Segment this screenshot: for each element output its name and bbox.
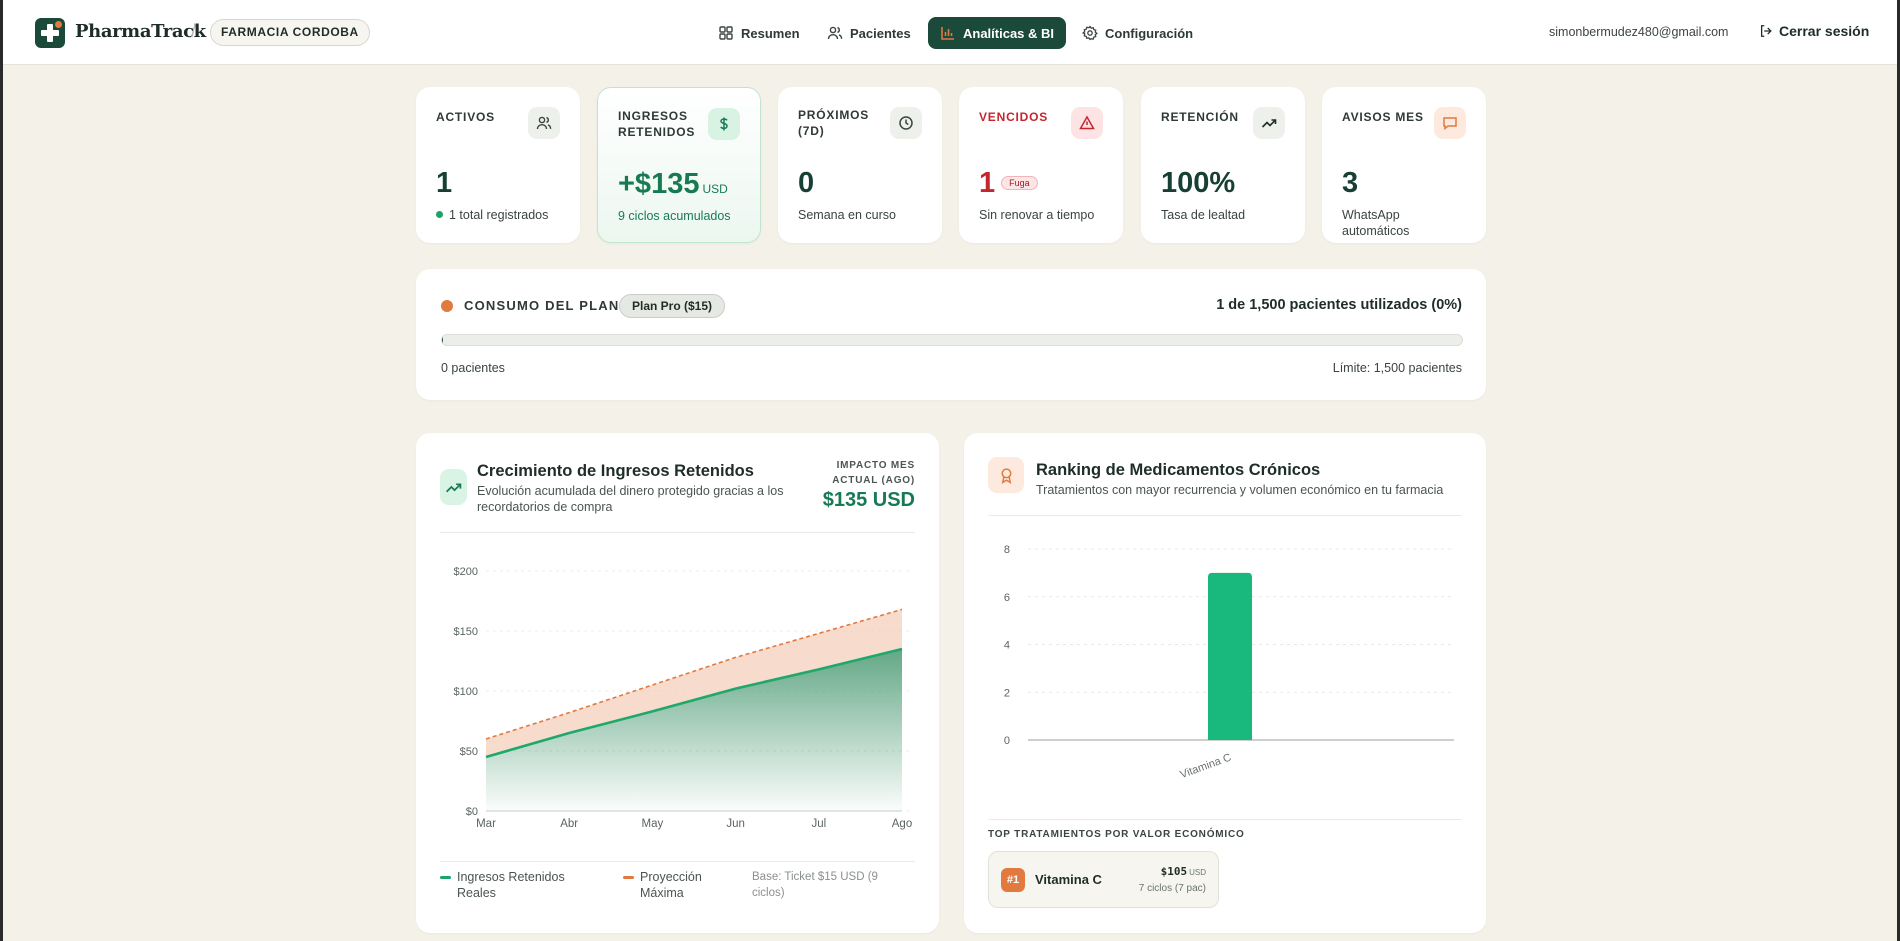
x-tick-label: Jul <box>811 818 826 830</box>
plan-limit-label: Límite: 1,500 pacientes <box>1332 361 1462 375</box>
breadcrumb-separator: / <box>191 21 197 41</box>
stat-sub: 1 total registrados <box>436 207 548 223</box>
nav-configuracion-label: Configuración <box>1105 25 1194 41</box>
plan-title: CONSUMO DEL PLAN <box>464 298 620 313</box>
treatment-name: Vitamina C <box>1035 872 1102 887</box>
logout-label: Cerrar sesión <box>1779 23 1870 39</box>
plan-progress-bar <box>441 334 1463 346</box>
nav-configuracion[interactable]: Configuración <box>1070 17 1205 49</box>
logout-button[interactable]: Cerrar sesión <box>1759 23 1869 39</box>
fuga-badge: Fuga <box>1001 176 1038 190</box>
treatment-cycles: 7 ciclos (7 pac) <box>1138 883 1206 894</box>
plan-min-label: 0 pacientes <box>441 361 505 375</box>
stat-card-retencion: RETENCIÓN 100% Tasa de lealtad <box>1141 87 1305 243</box>
stat-card-avisos: AVISOS MES 3 WhatsApp automáticos <box>1322 87 1486 243</box>
stat-label: ACTIVOS <box>436 110 495 124</box>
x-tick-label: May <box>642 818 664 830</box>
stat-label: VENCIDOS <box>979 110 1049 124</box>
users-icon <box>528 107 560 139</box>
top-header: PharmaTrack / FARMACIA CORDOBA Resumen P… <box>3 0 1897 65</box>
legend-real: Ingresos Retenidos Reales <box>440 869 590 901</box>
stat-card-ingresos: INGRESOS RETENIDOS +$135 USD 9 ciclos acu… <box>597 87 761 243</box>
stat-label: INGRESOS RETENIDOS <box>618 109 696 139</box>
rank-badge: #1 <box>1001 868 1025 892</box>
nav-analiticas-label: Analíticas & BI <box>963 25 1055 41</box>
legend-base-note: Base: Ticket $15 USD (9 ciclos) <box>752 871 878 899</box>
x-tick-label: Vitamina C <box>1179 752 1234 782</box>
x-tick-label: Ago <box>892 818 912 830</box>
stat-card-proximos: PRÓXIMOS (7D) 0 Semana en curso <box>778 87 942 243</box>
y-tick-label: $200 <box>454 566 478 578</box>
nav-resumen[interactable]: Resumen <box>706 17 812 49</box>
y-tick-label: $50 <box>460 746 478 758</box>
trending-up-icon <box>1253 107 1285 139</box>
brand-name[interactable]: PharmaTrack <box>75 21 206 42</box>
stat-card-activos: ACTIVOS 1 1 total registrados <box>416 87 580 243</box>
stat-value: 1 <box>436 167 453 199</box>
stat-value: 3 <box>1342 167 1359 199</box>
window-edge-left <box>0 0 3 941</box>
status-dot <box>436 211 443 218</box>
top-treatment-item[interactable]: #1 Vitamina C $105 USD 7 ciclos (7 pac) <box>988 851 1219 908</box>
y-tick-label: 2 <box>1004 687 1010 699</box>
divider <box>988 819 1462 820</box>
top-treatments-label: TOP TRATAMIENTOS POR VALOR ECONÓMICO <box>988 829 1245 840</box>
plan-progress-fill <box>442 335 443 345</box>
y-tick-label: 8 <box>1004 544 1010 556</box>
dollar-icon <box>708 108 740 140</box>
users-icon <box>827 26 843 40</box>
x-tick-label: Jun <box>726 818 745 830</box>
user-email: simonbermudez480@gmail.com <box>1549 25 1729 39</box>
y-tick-label: $100 <box>454 686 478 698</box>
growth-chart-card: Crecimiento de Ingresos Retenidos Evoluc… <box>416 433 939 933</box>
nav-resumen-label: Resumen <box>741 25 800 41</box>
plan-usage-card: CONSUMO DEL PLAN Plan Pro ($15) 1 de 1,5… <box>416 269 1486 400</box>
stat-sub: WhatsApp automáticos <box>1342 208 1410 238</box>
bar <box>1208 572 1252 740</box>
stat-sub: Semana en curso <box>798 208 896 222</box>
plan-status-dot <box>441 300 453 312</box>
y-tick-label: $150 <box>454 626 478 638</box>
stat-label: AVISOS MES <box>1342 110 1424 124</box>
gear-icon <box>1082 25 1098 41</box>
growth-area-chart: $0 $50 $100 $150 $200 Mar Abr May Jun Jul Ago <box>454 566 913 830</box>
stat-value: 1 Fuga <box>979 167 1038 200</box>
nav-analiticas[interactable]: Analíticas & BI <box>928 17 1067 49</box>
stat-value: +$135 USD <box>618 168 728 200</box>
stat-sub: 9 ciclos acumulados <box>618 209 731 223</box>
logo-icon[interactable] <box>35 18 65 48</box>
alert-triangle-icon <box>1071 107 1103 139</box>
treatment-amount: $105 USD <box>1160 865 1206 878</box>
plan-chip: Plan Pro ($15) <box>619 294 726 318</box>
stat-label: RETENCIÓN <box>1161 110 1239 124</box>
nav-pacientes[interactable]: Pacientes <box>815 17 923 49</box>
bar-chart-icon <box>941 27 954 40</box>
divider <box>440 861 915 862</box>
stat-label: PRÓXIMOS (7D) <box>798 108 870 138</box>
legend-projection: Proyección Máxima <box>623 869 733 901</box>
y-tick-label: 0 <box>1004 735 1010 747</box>
message-icon <box>1434 107 1466 139</box>
stat-value: 100% <box>1161 167 1236 199</box>
y-tick-label: $0 <box>466 806 478 818</box>
logout-icon <box>1760 25 1772 37</box>
x-tick-label: Abr <box>560 818 578 830</box>
y-tick-label: 4 <box>1004 640 1010 652</box>
plan-usage-text: 1 de 1,500 pacientes utilizados (0%) <box>1216 297 1462 313</box>
stat-card-vencidos: VENCIDOS 1 Fuga Sin renovar a tiempo <box>959 87 1123 243</box>
stat-sub: Tasa de lealtad <box>1161 208 1246 222</box>
ranking-chart-card: Ranking de Medicamentos Crónicos Tratami… <box>964 433 1486 933</box>
stat-sub: Sin renovar a tiempo <box>979 208 1095 222</box>
y-tick-label: 6 <box>1004 592 1010 604</box>
grid-icon <box>719 26 733 40</box>
x-tick-label: Mar <box>476 818 496 830</box>
nav-pacientes-label: Pacientes <box>850 25 911 41</box>
ranking-bar-chart: 0 2 4 6 8 Vitamina C <box>1004 544 1454 782</box>
clock-icon <box>890 107 922 139</box>
pharmacy-chip: FARMACIA CORDOBA <box>210 19 370 46</box>
stat-value: 0 <box>798 167 815 199</box>
